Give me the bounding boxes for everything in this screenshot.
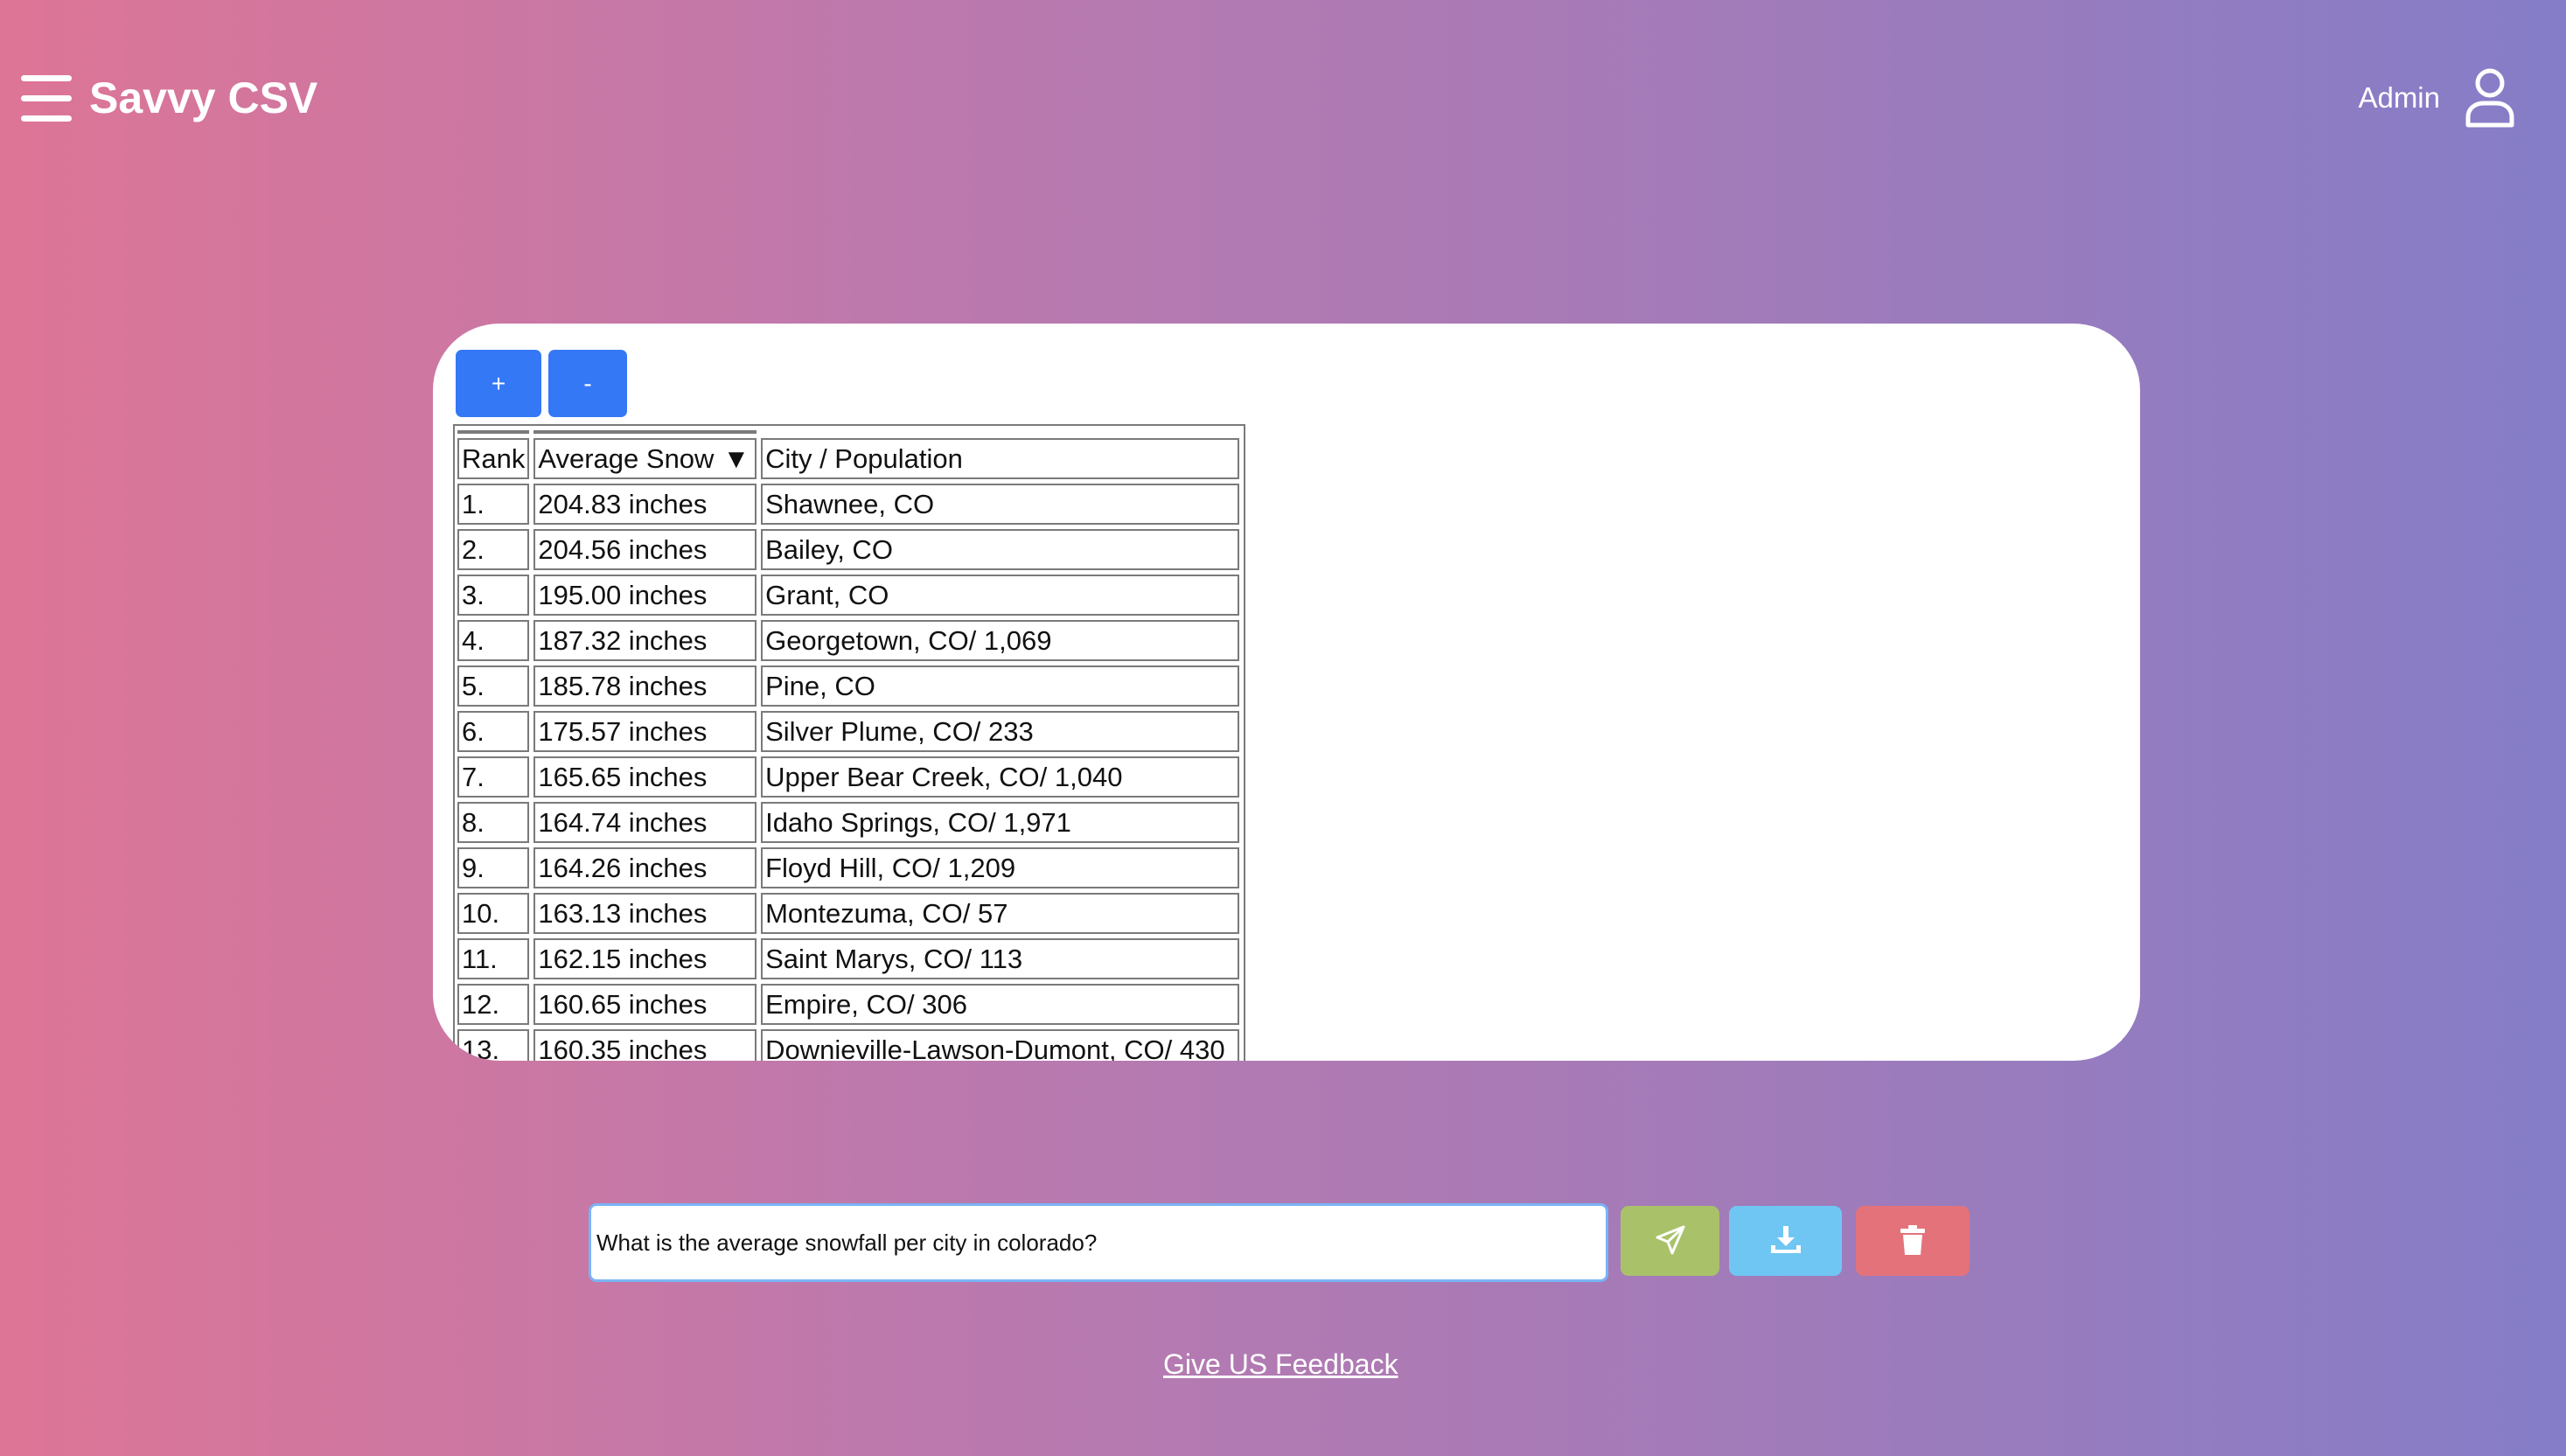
column-header-city-population[interactable]: City / Population xyxy=(761,438,1239,479)
cell-average-snow: 204.83 inches xyxy=(533,484,757,525)
cell-average-snow: 162.15 inches xyxy=(533,938,757,979)
cell-rank: 7. xyxy=(457,756,530,798)
results-table-container[interactable]: Rank Average Snow ▼ City / Population 1. 2… xyxy=(453,424,1245,1061)
table-row: 13. 160.35 inches Downieville-Lawson-Dumon… xyxy=(457,1029,1239,1061)
hamburger-menu-icon[interactable] xyxy=(21,73,72,122)
cell-city-population: Upper Bear Creek, CO/ 1,040 xyxy=(761,756,1239,798)
delete-button[interactable] xyxy=(1856,1206,1970,1276)
feedback-link[interactable]: Give US Feedback xyxy=(1163,1348,1398,1381)
cell-average-snow: 204.56 inches xyxy=(533,529,757,570)
paper-plane-icon xyxy=(1655,1224,1686,1258)
cell-city-population: Saint Marys, CO/ 113 xyxy=(761,938,1239,979)
table-row: 11. 162.15 inches Saint Marys, CO/ 113 xyxy=(457,938,1239,979)
cell-rank: 13. xyxy=(457,1029,530,1061)
column-header-label: Average Snow xyxy=(538,443,715,474)
cell-city-population: Georgetown, CO/ 1,069 xyxy=(761,620,1239,661)
cell-city-population: Floyd Hill, CO/ 1,209 xyxy=(761,847,1239,888)
table-row: 5. 185.78 inches Pine, CO xyxy=(457,665,1239,707)
cell-rank: 1. xyxy=(457,484,530,525)
cell-average-snow: 164.74 inches xyxy=(533,802,757,843)
cell-city-population: Bailey, CO xyxy=(761,529,1239,570)
download-icon xyxy=(1769,1224,1802,1258)
query-input[interactable] xyxy=(589,1203,1608,1282)
table-row: 6. 175.57 inches Silver Plume, CO/ 233 xyxy=(457,711,1239,752)
user-icon xyxy=(2465,68,2515,128)
cell-rank: 5. xyxy=(457,665,530,707)
cell-rank: 9. xyxy=(457,847,530,888)
cell-average-snow: 164.26 inches xyxy=(533,847,757,888)
cell-average-snow: 187.32 inches xyxy=(533,620,757,661)
cell-city-population: Silver Plume, CO/ 233 xyxy=(761,711,1239,752)
cell-average-snow: 185.78 inches xyxy=(533,665,757,707)
cell-average-snow: 163.13 inches xyxy=(533,893,757,934)
table-row: 10. 163.13 inches Montezuma, CO/ 57 xyxy=(457,893,1239,934)
table-spacer-row xyxy=(457,430,1239,434)
column-header-average-snow[interactable]: Average Snow ▼ xyxy=(533,438,757,479)
user-name: Admin xyxy=(2358,81,2440,114)
results-table: Rank Average Snow ▼ City / Population 1. 2… xyxy=(455,426,1244,1061)
cell-rank: 12. xyxy=(457,984,530,1025)
cell-city-population: Shawnee, CO xyxy=(761,484,1239,525)
user-menu[interactable]: Admin xyxy=(2358,66,2515,129)
table-row: 9. 164.26 inches Floyd Hill, CO/ 1,209 xyxy=(457,847,1239,888)
cell-city-population: Idaho Springs, CO/ 1,971 xyxy=(761,802,1239,843)
cell-city-population: Downieville-Lawson-Dumont, CO/ 430 xyxy=(761,1029,1239,1061)
send-button[interactable] xyxy=(1621,1206,1719,1276)
table-row: 3. 195.00 inches Grant, CO xyxy=(457,575,1239,616)
cell-rank: 4. xyxy=(457,620,530,661)
sort-descending-icon[interactable]: ▼ xyxy=(722,443,750,474)
cell-city-population: Pine, CO xyxy=(761,665,1239,707)
table-row: 2. 204.56 inches Bailey, CO xyxy=(457,529,1239,570)
column-header-rank[interactable]: Rank xyxy=(457,438,530,479)
results-card: + - Rank Average Snow ▼ City / Population… xyxy=(433,324,2140,1061)
download-button[interactable] xyxy=(1729,1206,1842,1276)
table-row: 8. 164.74 inches Idaho Springs, CO/ 1,971 xyxy=(457,802,1239,843)
cell-average-snow: 195.00 inches xyxy=(533,575,757,616)
table-header-row: Rank Average Snow ▼ City / Population xyxy=(457,438,1239,479)
cell-rank: 11. xyxy=(457,938,530,979)
cell-rank: 10. xyxy=(457,893,530,934)
zoom-in-button[interactable]: + xyxy=(456,350,541,417)
app-title: Savvy CSV xyxy=(89,73,318,122)
table-row: 12. 160.65 inches Empire, CO/ 306 xyxy=(457,984,1239,1025)
cell-average-snow: 160.65 inches xyxy=(533,984,757,1025)
cell-rank: 8. xyxy=(457,802,530,843)
zoom-out-button[interactable]: - xyxy=(548,350,627,417)
cell-city-population: Montezuma, CO/ 57 xyxy=(761,893,1239,934)
cell-city-population: Grant, CO xyxy=(761,575,1239,616)
table-row: 1. 204.83 inches Shawnee, CO xyxy=(457,484,1239,525)
table-row: 7. 165.65 inches Upper Bear Creek, CO/ 1,0… xyxy=(457,756,1239,798)
trash-icon xyxy=(1900,1224,1926,1258)
cell-rank: 2. xyxy=(457,529,530,570)
cell-average-snow: 175.57 inches xyxy=(533,711,757,752)
cell-average-snow: 165.65 inches xyxy=(533,756,757,798)
table-row: 4. 187.32 inches Georgetown, CO/ 1,069 xyxy=(457,620,1239,661)
cell-city-population: Empire, CO/ 306 xyxy=(761,984,1239,1025)
cell-rank: 3. xyxy=(457,575,530,616)
cell-rank: 6. xyxy=(457,711,530,752)
cell-average-snow: 160.35 inches xyxy=(533,1029,757,1061)
app-header: Savvy CSV Admin xyxy=(0,0,2566,201)
